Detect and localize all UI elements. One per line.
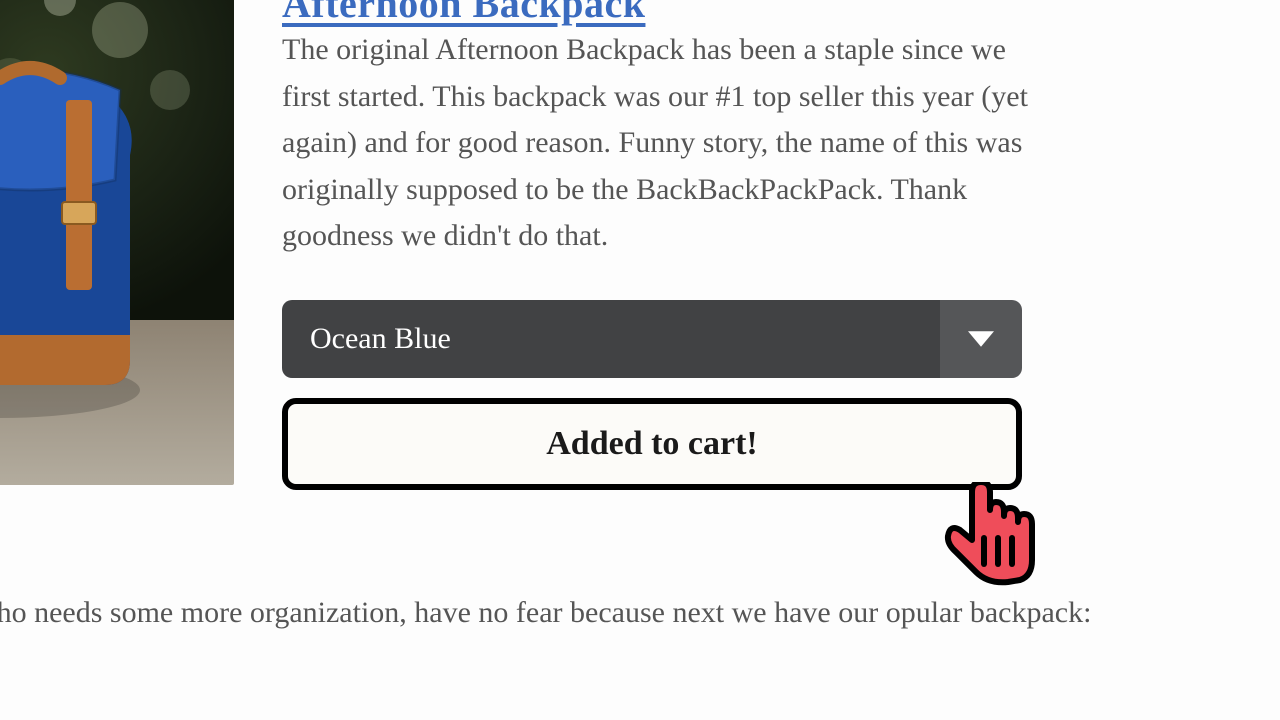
product-info: Afternoon Backpack The original Afternoo…	[282, 0, 1060, 490]
cursor-pointer-icon	[938, 482, 1038, 592]
add-to-cart-button[interactable]: Added to cart!	[282, 398, 1022, 490]
color-select-value: Ocean Blue	[282, 300, 940, 378]
product-row: Afternoon Backpack The original Afternoo…	[0, 0, 1060, 490]
product-title-link[interactable]: Afternoon Backpack	[282, 0, 645, 26]
chevron-down-icon	[940, 300, 1022, 378]
product-description: The original Afternoon Backpack has been…	[282, 27, 1042, 260]
color-select[interactable]: Ocean Blue	[282, 300, 1022, 378]
followup-text: e someone who needs some more organizati…	[0, 590, 1140, 637]
product-image	[0, 0, 234, 485]
